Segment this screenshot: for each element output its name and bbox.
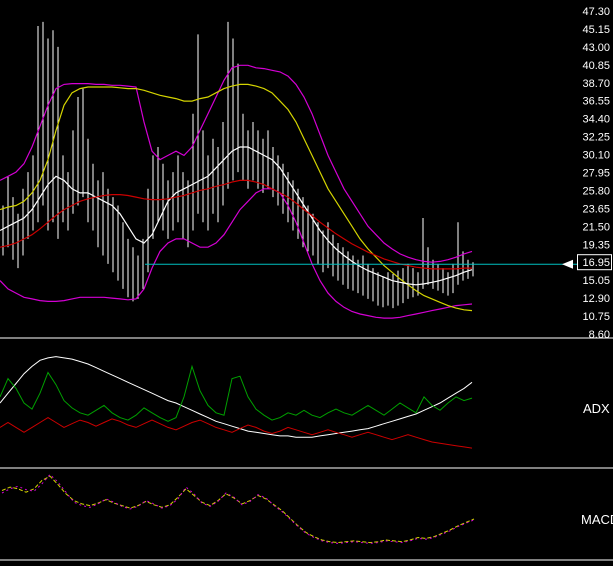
price-arrow-icon xyxy=(562,259,573,269)
ma-red-line xyxy=(0,179,472,270)
price-axis-label: 38.70 xyxy=(582,78,610,90)
adx-panel-label: ADX xyxy=(583,401,610,416)
di-plus-line xyxy=(0,364,473,422)
price-axis-label: 43.00 xyxy=(582,42,610,54)
chart-series-layer: 47.30 45.15 43.00 40.85 38.70 36.55 34.40 32.25… xyxy=(0,6,613,561)
price-axis-label: 19.35 xyxy=(582,239,610,251)
trading-chart-window: 47.30 45.15 43.00 40.85 38.70 36.55 34.40 32.25… xyxy=(0,0,613,566)
price-axis-label: 25.80 xyxy=(582,185,610,197)
macd-line xyxy=(1,475,475,544)
price-axis-label: 34.40 xyxy=(582,114,610,126)
adx-line xyxy=(0,356,473,438)
price-axis-label: 32.25 xyxy=(582,132,610,144)
current-price-tag[interactable]: 16.95 xyxy=(582,257,610,269)
price-axis-label: 30.10 xyxy=(582,150,610,162)
bollinger-lower-line xyxy=(0,188,473,319)
price-axis-label: 47.30 xyxy=(582,6,610,18)
price-axis-label: 23.65 xyxy=(582,203,610,215)
signal-line xyxy=(1,473,475,544)
ma-yellow-line xyxy=(0,83,473,312)
price-axis-label: 21.50 xyxy=(582,221,610,233)
price-axis-label: 8.60 xyxy=(589,329,610,341)
macd-panel-label: MACD xyxy=(581,512,613,527)
price-axis-label: 45.15 xyxy=(582,24,610,36)
price-axis-label: 36.55 xyxy=(582,96,610,108)
price-axis-label: 12.90 xyxy=(582,293,610,305)
price-axis-label: 15.05 xyxy=(582,275,610,287)
price-axis-label: 27.95 xyxy=(582,168,610,180)
price-axis-label: 10.75 xyxy=(582,311,610,323)
di-minus-line xyxy=(0,417,473,449)
chart-canvas[interactable]: 47.30 45.15 43.00 40.85 38.70 36.55 34.40 32.25… xyxy=(0,0,613,566)
price-axis-label: 40.85 xyxy=(582,60,610,72)
